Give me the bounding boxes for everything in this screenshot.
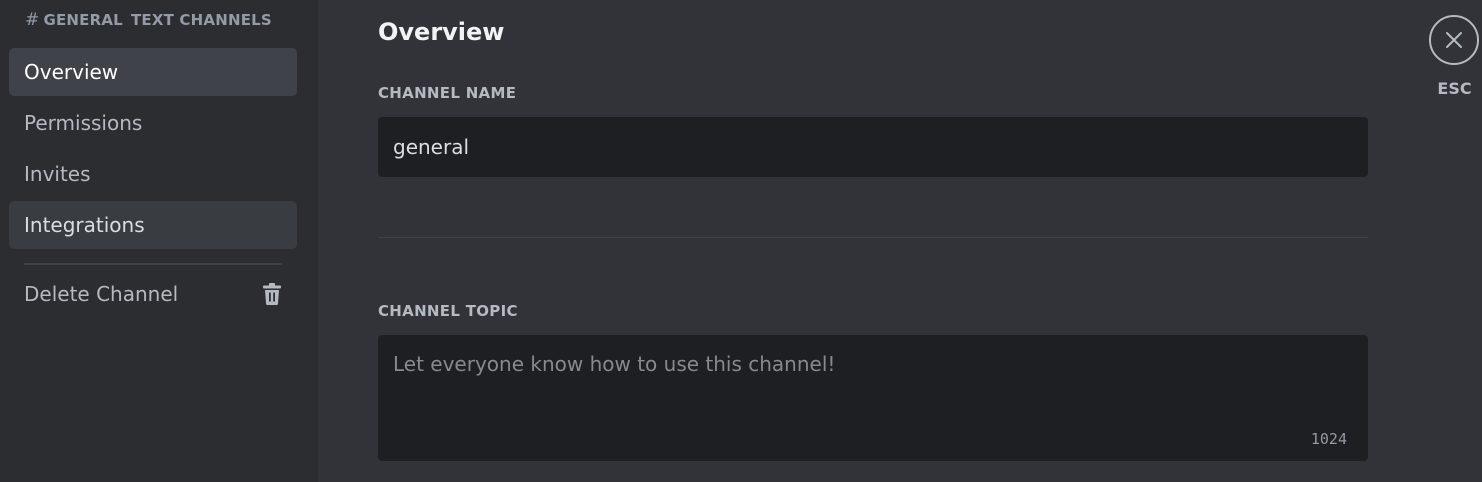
channel-settings-window: # GENERAL TEXT CHANNELS Overview Permiss…	[0, 0, 1482, 482]
sidebar-item-invites[interactable]: Invites	[9, 150, 297, 198]
sidebar-header: # GENERAL TEXT CHANNELS	[9, 0, 297, 48]
sidebar-item-label: Overview	[24, 60, 119, 84]
sidebar-item-overview[interactable]: Overview	[9, 48, 297, 96]
close-icon	[1445, 31, 1463, 49]
sidebar-item-label: Permissions	[24, 111, 143, 135]
sidebar-header-channel: GENERAL	[43, 11, 123, 29]
channel-topic-container: 1024	[378, 335, 1368, 461]
sidebar-divider	[24, 263, 282, 265]
delete-channel-button[interactable]: Delete Channel	[9, 270, 297, 318]
trash-icon	[262, 282, 282, 306]
settings-content: Overview CHANNEL NAME CHANNEL TOPIC 1024	[318, 0, 1482, 482]
sidebar-header-category: TEXT CHANNELS	[130, 11, 272, 29]
sidebar-item-permissions[interactable]: Permissions	[9, 99, 297, 147]
sidebar-item-integrations[interactable]: Integrations	[9, 201, 297, 249]
topic-char-count: 1024	[1310, 430, 1347, 448]
channel-name-label: CHANNEL NAME	[378, 84, 517, 102]
hash-icon: #	[25, 10, 40, 30]
channel-name-input[interactable]	[378, 117, 1368, 177]
delete-channel-label: Delete Channel	[24, 282, 179, 306]
page-title: Overview	[378, 18, 505, 46]
settings-sidebar: # GENERAL TEXT CHANNELS Overview Permiss…	[0, 0, 318, 482]
section-divider	[378, 237, 1368, 238]
close-button[interactable]	[1429, 15, 1479, 65]
sidebar-item-label: Integrations	[24, 213, 145, 237]
esc-label: ESC	[1437, 79, 1472, 98]
close-settings: ESC	[1427, 15, 1481, 98]
channel-topic-input[interactable]	[378, 335, 1368, 461]
sidebar-item-label: Invites	[24, 162, 91, 186]
channel-topic-label: CHANNEL TOPIC	[378, 302, 518, 320]
